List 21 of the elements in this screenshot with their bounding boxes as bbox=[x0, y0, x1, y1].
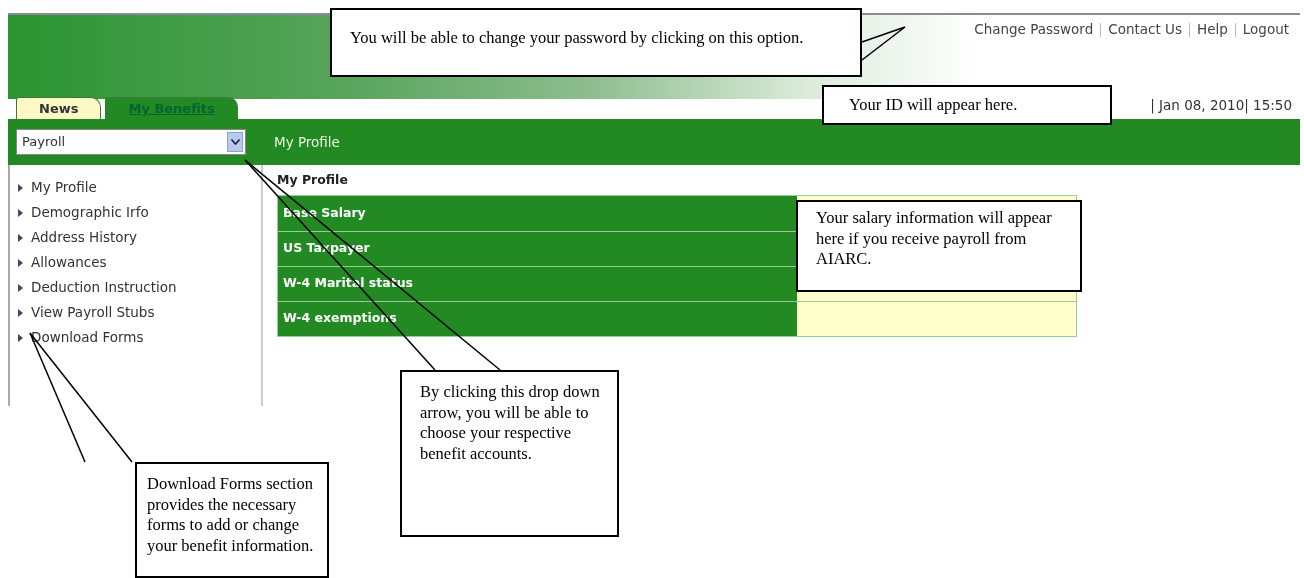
callout-box: Your salary information will appear here if you receive payroll from AIARC. bbox=[796, 200, 1082, 292]
section-heading: My Profile bbox=[277, 171, 349, 189]
header-link[interactable]: Change Password bbox=[967, 23, 1101, 37]
sidebar-link[interactable]: Allowances bbox=[31, 250, 107, 275]
callout-box: You will be able to change your password by clicking on this option. bbox=[330, 8, 862, 77]
sidebar-link[interactable]: View Payroll Stubs bbox=[31, 300, 155, 325]
page-title: My Profile bbox=[274, 132, 340, 152]
header-link[interactable]: Help bbox=[1189, 23, 1235, 37]
sidebar-link[interactable]: My Profile bbox=[31, 175, 97, 200]
header-link[interactable]: Logout bbox=[1234, 23, 1296, 37]
callout-box: Your ID will appear here. bbox=[822, 85, 1112, 125]
callout-box: Download Forms section provides the necessary forms to add or change your benefit information. bbox=[135, 462, 329, 578]
sidebar-link[interactable]: Address History bbox=[31, 225, 138, 250]
sidebar-link[interactable]: Deduction Instruction bbox=[31, 275, 177, 300]
tab[interactable]: News bbox=[16, 97, 102, 119]
date-time: | Jan 08, 2010| 15:50 bbox=[1150, 95, 1293, 116]
header-link[interactable]: Contact Us bbox=[1100, 23, 1189, 37]
sidebar-link[interactable]: Demographic Irfo bbox=[31, 200, 149, 225]
callout-box: By clicking this drop down arrow, you will be able to choose your respective benefit accounts. bbox=[400, 370, 619, 537]
sidebar-link[interactable]: Download Forms bbox=[31, 325, 144, 350]
account-dropdown[interactable]: Payroll bbox=[16, 129, 246, 155]
